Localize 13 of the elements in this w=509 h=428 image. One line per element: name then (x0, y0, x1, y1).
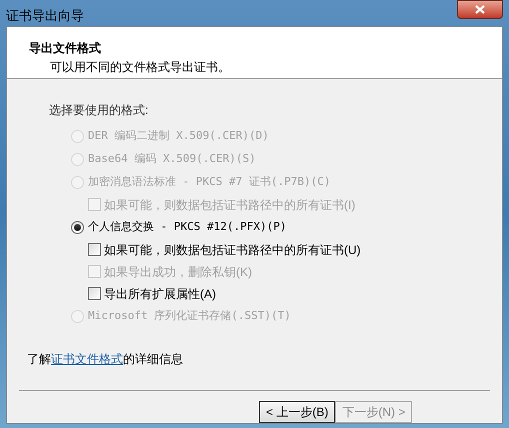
option-checkbox[interactable]: 导出所有扩展属性(A) (88, 282, 502, 304)
close-button[interactable] (457, 0, 503, 19)
format-link[interactable]: 证书文件格式 (51, 352, 123, 366)
format-prompt: 选择要使用的格式: (49, 102, 150, 118)
close-icon (475, 5, 485, 14)
back-button[interactable]: < 上一步(B) (259, 400, 336, 422)
page-title: 导出文件格式 (29, 40, 102, 56)
format-radio[interactable]: 个人信息交换 - PKCS #12(.PFX)(P) (71, 216, 502, 238)
window-title: 证书导出向导 (6, 7, 84, 25)
option-checkbox[interactable]: 如果可能，则数据包括证书路径中的所有证书(U) (88, 238, 502, 260)
page-subtitle: 可以用不同的文件格式导出证书。 (50, 58, 231, 76)
info-text: 了解证书文件格式的详细信息 (27, 352, 183, 366)
next-button[interactable]: 下一步(N) > (335, 400, 412, 422)
